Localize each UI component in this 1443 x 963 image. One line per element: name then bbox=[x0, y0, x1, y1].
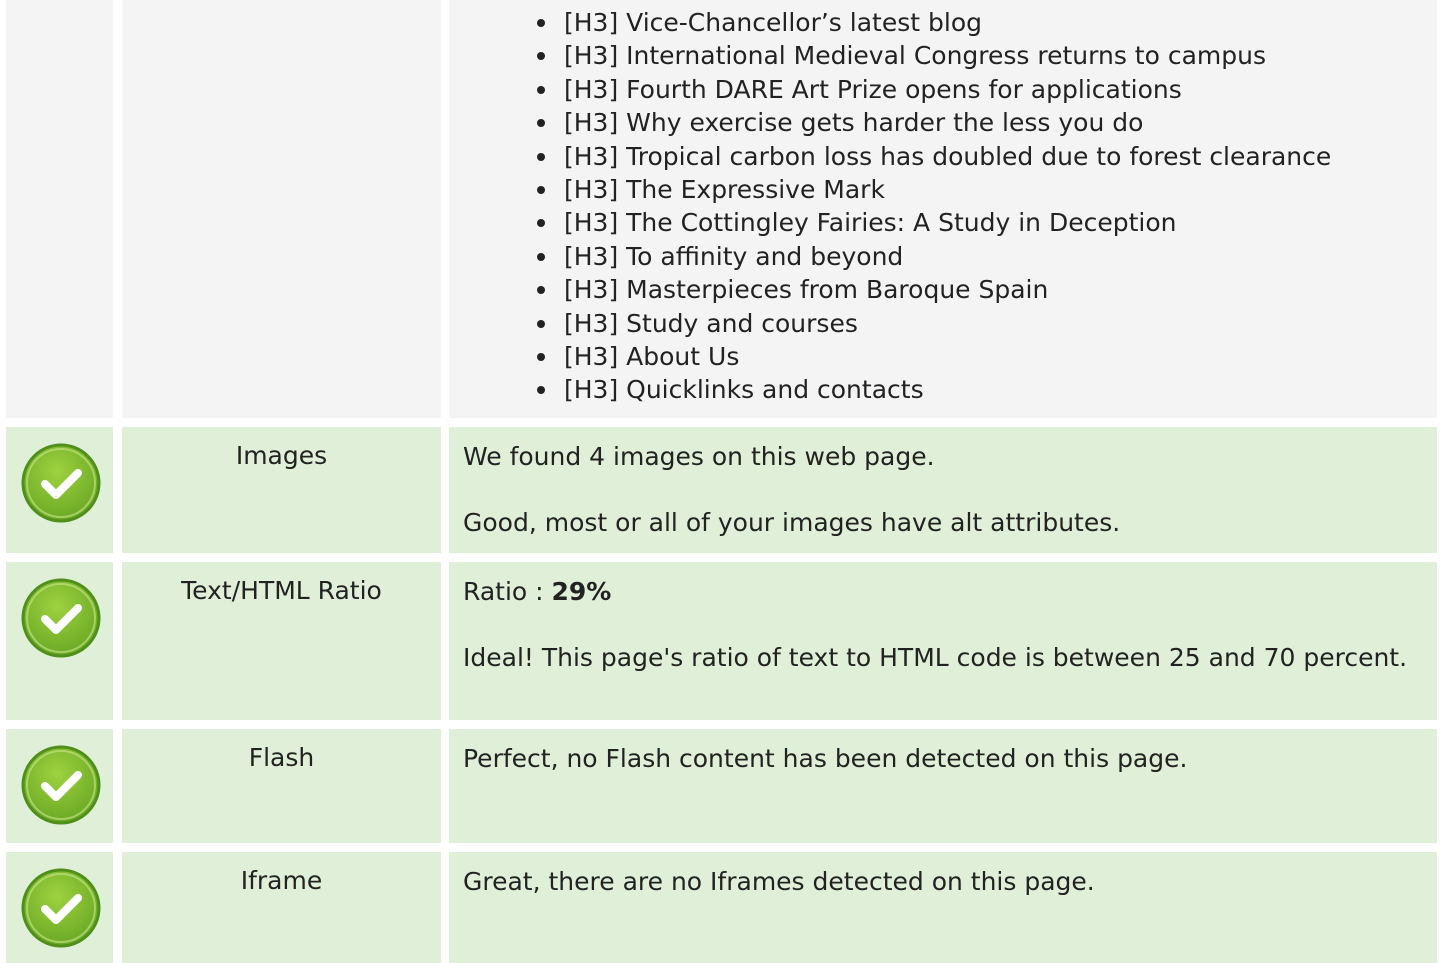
bullet-icon bbox=[537, 286, 545, 295]
check-circle-icon bbox=[21, 745, 101, 825]
ratio-line: Ratio : 29% bbox=[463, 576, 1417, 608]
description-cell: Perfect, no Flash content has been detec… bbox=[449, 729, 1437, 843]
bullet-icon bbox=[537, 219, 545, 228]
bullet-icon bbox=[537, 85, 545, 94]
bullet-icon bbox=[537, 386, 545, 395]
heading-item: [H3] The Expressive Mark bbox=[537, 173, 1331, 206]
bullet-icon bbox=[537, 352, 545, 361]
bullet-icon bbox=[537, 185, 545, 194]
heading-item: [H3] Masterpieces from Baroque Spain bbox=[537, 273, 1331, 306]
bullet-icon bbox=[537, 119, 545, 128]
label-cell: Text/HTML Ratio bbox=[122, 562, 441, 720]
status-cell bbox=[6, 729, 113, 843]
bullet-icon bbox=[537, 319, 545, 328]
check-label: Images bbox=[235, 441, 328, 470]
description-cell: We found 4 images on this web page. Good… bbox=[449, 427, 1437, 553]
iframe-row: Iframe Great, there are no Iframes detec… bbox=[0, 852, 1443, 963]
heading-item: [H3] Vice-Chancellor’s latest blog bbox=[537, 6, 1331, 39]
check-circle-icon bbox=[21, 578, 101, 658]
headings-list: [H3] Vice-Chancellor’s latest blog [H3] … bbox=[537, 6, 1331, 407]
heading-item: [H3] About Us bbox=[537, 340, 1331, 373]
heading-item: [H3] Why exercise gets harder the less y… bbox=[537, 106, 1331, 139]
status-cell bbox=[6, 562, 113, 720]
flash-row: Flash Perfect, no Flash content has been… bbox=[0, 729, 1443, 843]
check-note: Good, most or all of your images have al… bbox=[463, 508, 1121, 537]
check-label: Flash bbox=[248, 743, 315, 772]
status-cell bbox=[6, 852, 113, 963]
check-label: Iframe bbox=[240, 866, 323, 895]
heading-item: [H3] Tropical carbon loss has doubled du… bbox=[537, 140, 1331, 173]
label-cell: Iframe bbox=[122, 852, 441, 963]
check-circle-icon bbox=[21, 868, 101, 948]
heading-item: [H3] Fourth DARE Art Prize opens for app… bbox=[537, 73, 1331, 106]
text-html-ratio-row: Text/HTML Ratio Ratio : 29% Ideal! This … bbox=[0, 562, 1443, 720]
check-label: Text/HTML Ratio bbox=[181, 576, 382, 605]
status-cell bbox=[6, 0, 113, 418]
bullet-icon bbox=[537, 19, 545, 27]
headings-cell: [H3] Vice-Chancellor’s latest blog [H3] … bbox=[449, 0, 1437, 418]
check-circle-icon bbox=[21, 443, 101, 523]
headings-row: [H3] Vice-Chancellor’s latest blog [H3] … bbox=[0, 0, 1443, 418]
label-cell: Images bbox=[122, 427, 441, 553]
bullet-icon bbox=[537, 252, 545, 261]
bullet-icon bbox=[537, 152, 545, 161]
ratio-value: 29% bbox=[551, 577, 612, 606]
images-row: Images We found 4 images on this web pag… bbox=[0, 427, 1443, 553]
bullet-icon bbox=[537, 52, 545, 61]
heading-item: [H3] International Medieval Congress ret… bbox=[537, 39, 1331, 72]
status-cell bbox=[6, 427, 113, 553]
check-description: Perfect, no Flash content has been detec… bbox=[463, 744, 1188, 773]
ratio-prefix: Ratio : bbox=[463, 577, 552, 606]
description-cell: Ratio : 29% Ideal! This page's ratio of … bbox=[449, 562, 1437, 720]
description-cell: Great, there are no Iframes detected on … bbox=[449, 852, 1437, 963]
seo-report: [H3] Vice-Chancellor’s latest blog [H3] … bbox=[0, 0, 1443, 963]
heading-item: [H3] The Cottingley Fairies: A Study in … bbox=[537, 206, 1331, 239]
label-cell: Flash bbox=[122, 729, 441, 843]
heading-item: [H3] Quicklinks and contacts bbox=[537, 373, 1331, 406]
check-description: We found 4 images on this web page. bbox=[463, 442, 935, 471]
heading-item: [H3] To affinity and beyond bbox=[537, 240, 1331, 273]
heading-item: [H3] Study and courses bbox=[537, 307, 1331, 340]
check-description: Great, there are no Iframes detected on … bbox=[463, 867, 1095, 896]
check-note: Ideal! This page's ratio of text to HTML… bbox=[463, 643, 1408, 672]
label-cell bbox=[122, 0, 441, 418]
